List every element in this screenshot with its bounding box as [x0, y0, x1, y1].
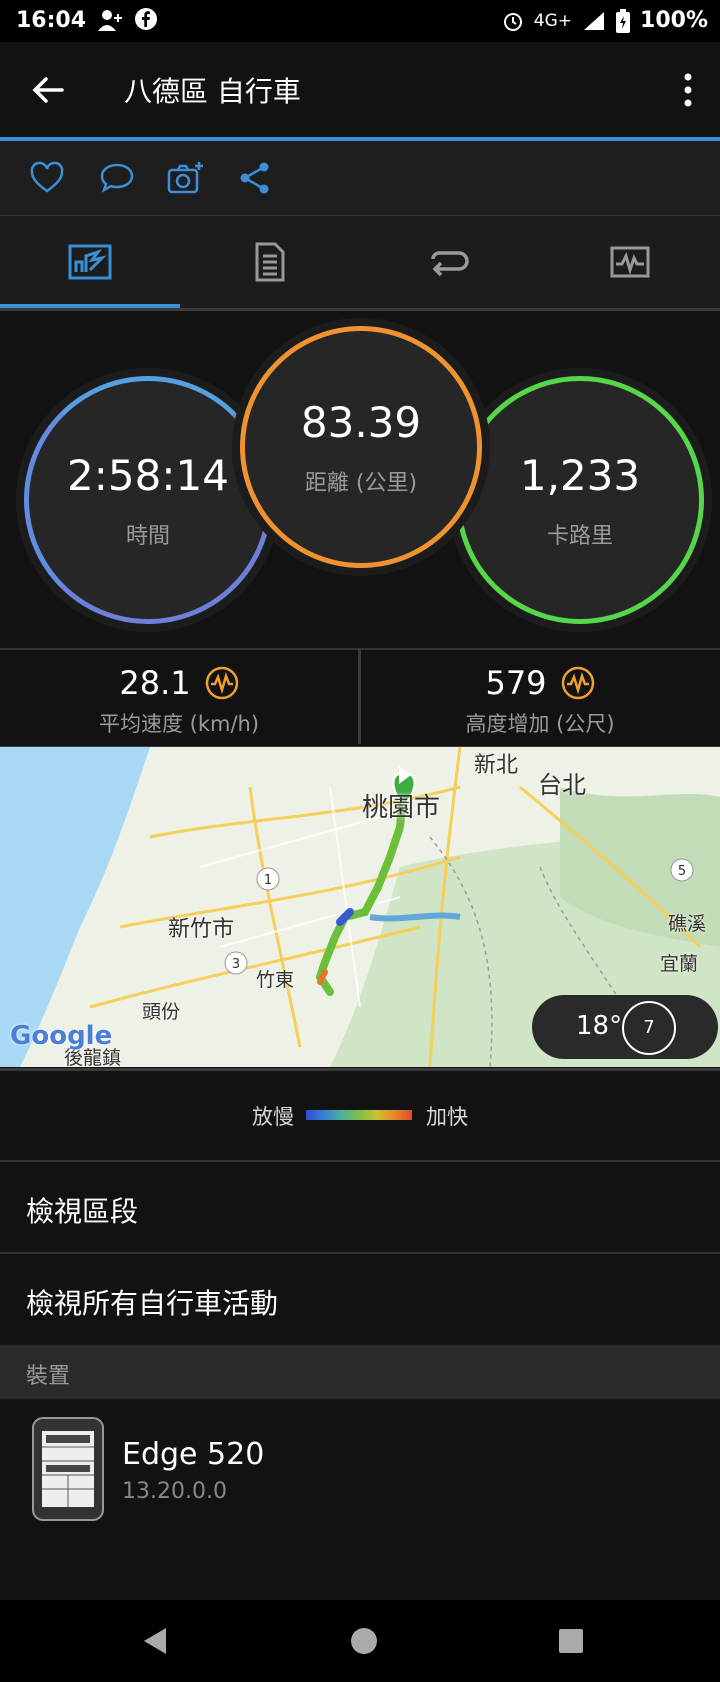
avg-speed-value: 28.1: [119, 664, 191, 702]
tab-charts[interactable]: [540, 216, 720, 308]
status-bar: 16:04 4G+ 100%: [0, 0, 720, 42]
stats-divider: [358, 648, 361, 744]
view-segments-label: 檢視區段: [26, 1195, 139, 1228]
calories-label: 卡路里: [546, 523, 613, 549]
avg-speed-label: 平均速度 (km/h): [98, 712, 260, 736]
facebook-icon: [135, 8, 157, 30]
route-map[interactable]: 1 3 5 新北 台北 桃園市 新竹市 竹東 頭份 後龍鎮 礁溪 宜蘭 Goog…: [0, 747, 720, 1067]
activity-badge-icon[interactable]: [205, 666, 239, 700]
speed-legend: 放慢 加快: [0, 1068, 720, 1161]
network-type: 4G+: [533, 10, 573, 31]
legend-fast: 加快: [426, 1105, 468, 1129]
distance-ring: 83.39 距離 (公里): [240, 326, 482, 568]
status-time: 16:04: [16, 8, 87, 33]
action-bar: [0, 141, 720, 216]
elevation-value: 579: [485, 664, 547, 702]
calories-ring: 1,233 卡路里: [456, 376, 704, 624]
nav-recents-icon[interactable]: [558, 1628, 584, 1654]
device-header-label: 裝置: [26, 1364, 71, 1389]
edge-device-icon: [32, 1417, 104, 1521]
elevation-label: 高度增加 (公尺): [465, 712, 615, 736]
add-photo-icon[interactable]: [166, 159, 204, 197]
google-logo: Google: [10, 1021, 113, 1051]
share-icon[interactable]: [236, 159, 274, 197]
route-shield-label-5: 5: [678, 864, 686, 879]
route-shield-label-1: 1: [264, 873, 272, 888]
battery-level: 100%: [640, 8, 708, 33]
route-shield-label-3: 3: [232, 957, 240, 972]
page-title: 八德區 自行車: [124, 75, 301, 108]
time-label: 時間: [125, 523, 170, 549]
device-name: Edge 520: [122, 1437, 265, 1472]
device-row[interactable]: Edge 520 13.20.0.0: [0, 1399, 720, 1599]
time-value: 2:58:14: [67, 450, 229, 500]
stats-icon: [68, 244, 112, 280]
map-label-yilan: 宜蘭: [660, 953, 699, 975]
heart-icon[interactable]: [28, 159, 66, 197]
tab-bar: [0, 216, 720, 311]
map-label-taoyuan: 桃園市: [362, 793, 441, 823]
map-label-taipei: 台北: [538, 771, 586, 799]
back-arrow-icon[interactable]: [28, 70, 68, 110]
map-label-hsinchu: 新竹市: [168, 917, 235, 942]
map-label-toufen: 頭份: [142, 1001, 181, 1023]
time-ring: 2:58:14 時間: [24, 376, 272, 624]
nav-home-icon[interactable]: [350, 1627, 378, 1655]
device-version: 13.20.0.0: [122, 1479, 227, 1504]
map-label-zhudong: 竹東: [256, 969, 295, 991]
avg-speed-cell: 28.1 平均速度 (km/h): [0, 650, 358, 746]
document-icon: [255, 242, 285, 282]
wind-speed: 7: [643, 1017, 655, 1038]
map-label-jiaoxi: 礁溪: [668, 913, 707, 935]
tab-indicator: [0, 304, 180, 308]
map-label-xinbei: 新北: [474, 753, 519, 778]
tab-details[interactable]: [180, 216, 360, 308]
chart-icon: [610, 246, 650, 278]
weather-badge[interactable]: 18° 7: [532, 995, 718, 1059]
battery-icon: [616, 8, 631, 33]
legend-slow: 放慢: [252, 1105, 294, 1129]
nav-back-icon[interactable]: [140, 1626, 170, 1656]
alarm-icon: [503, 12, 522, 31]
calories-value: 1,233: [519, 450, 641, 500]
loop-icon: [431, 251, 469, 277]
comment-icon[interactable]: [98, 159, 136, 197]
elevation-cell: 579 高度增加 (公尺): [361, 650, 719, 746]
stats-panel: 2:58:14 時間 1,233 卡路里 83.39 距離 (公里): [0, 311, 720, 648]
system-nav-bar: [0, 1600, 720, 1682]
device-section-header: 裝置: [0, 1345, 720, 1399]
weather-temp: 18°: [576, 1011, 623, 1041]
view-segments-row[interactable]: 檢視區段: [0, 1160, 720, 1254]
view-all-cycling-row[interactable]: 檢視所有自行車活動: [0, 1252, 720, 1346]
tab-overview[interactable]: [0, 216, 180, 308]
tab-laps[interactable]: [360, 216, 540, 308]
speed-gradient-bar: [306, 1110, 412, 1120]
more-options-icon[interactable]: [680, 72, 696, 108]
activity-badge-icon[interactable]: [561, 666, 595, 700]
distance-value: 83.39: [300, 397, 422, 447]
wind-indicator: 7: [622, 1001, 676, 1055]
distance-label: 距離 (公里): [304, 470, 418, 496]
view-all-cycling-label: 檢視所有自行車活動: [26, 1287, 279, 1320]
signal-icon: [584, 11, 605, 30]
app-bar: 八德區 自行車: [0, 42, 720, 138]
add-person-icon: [98, 10, 122, 31]
